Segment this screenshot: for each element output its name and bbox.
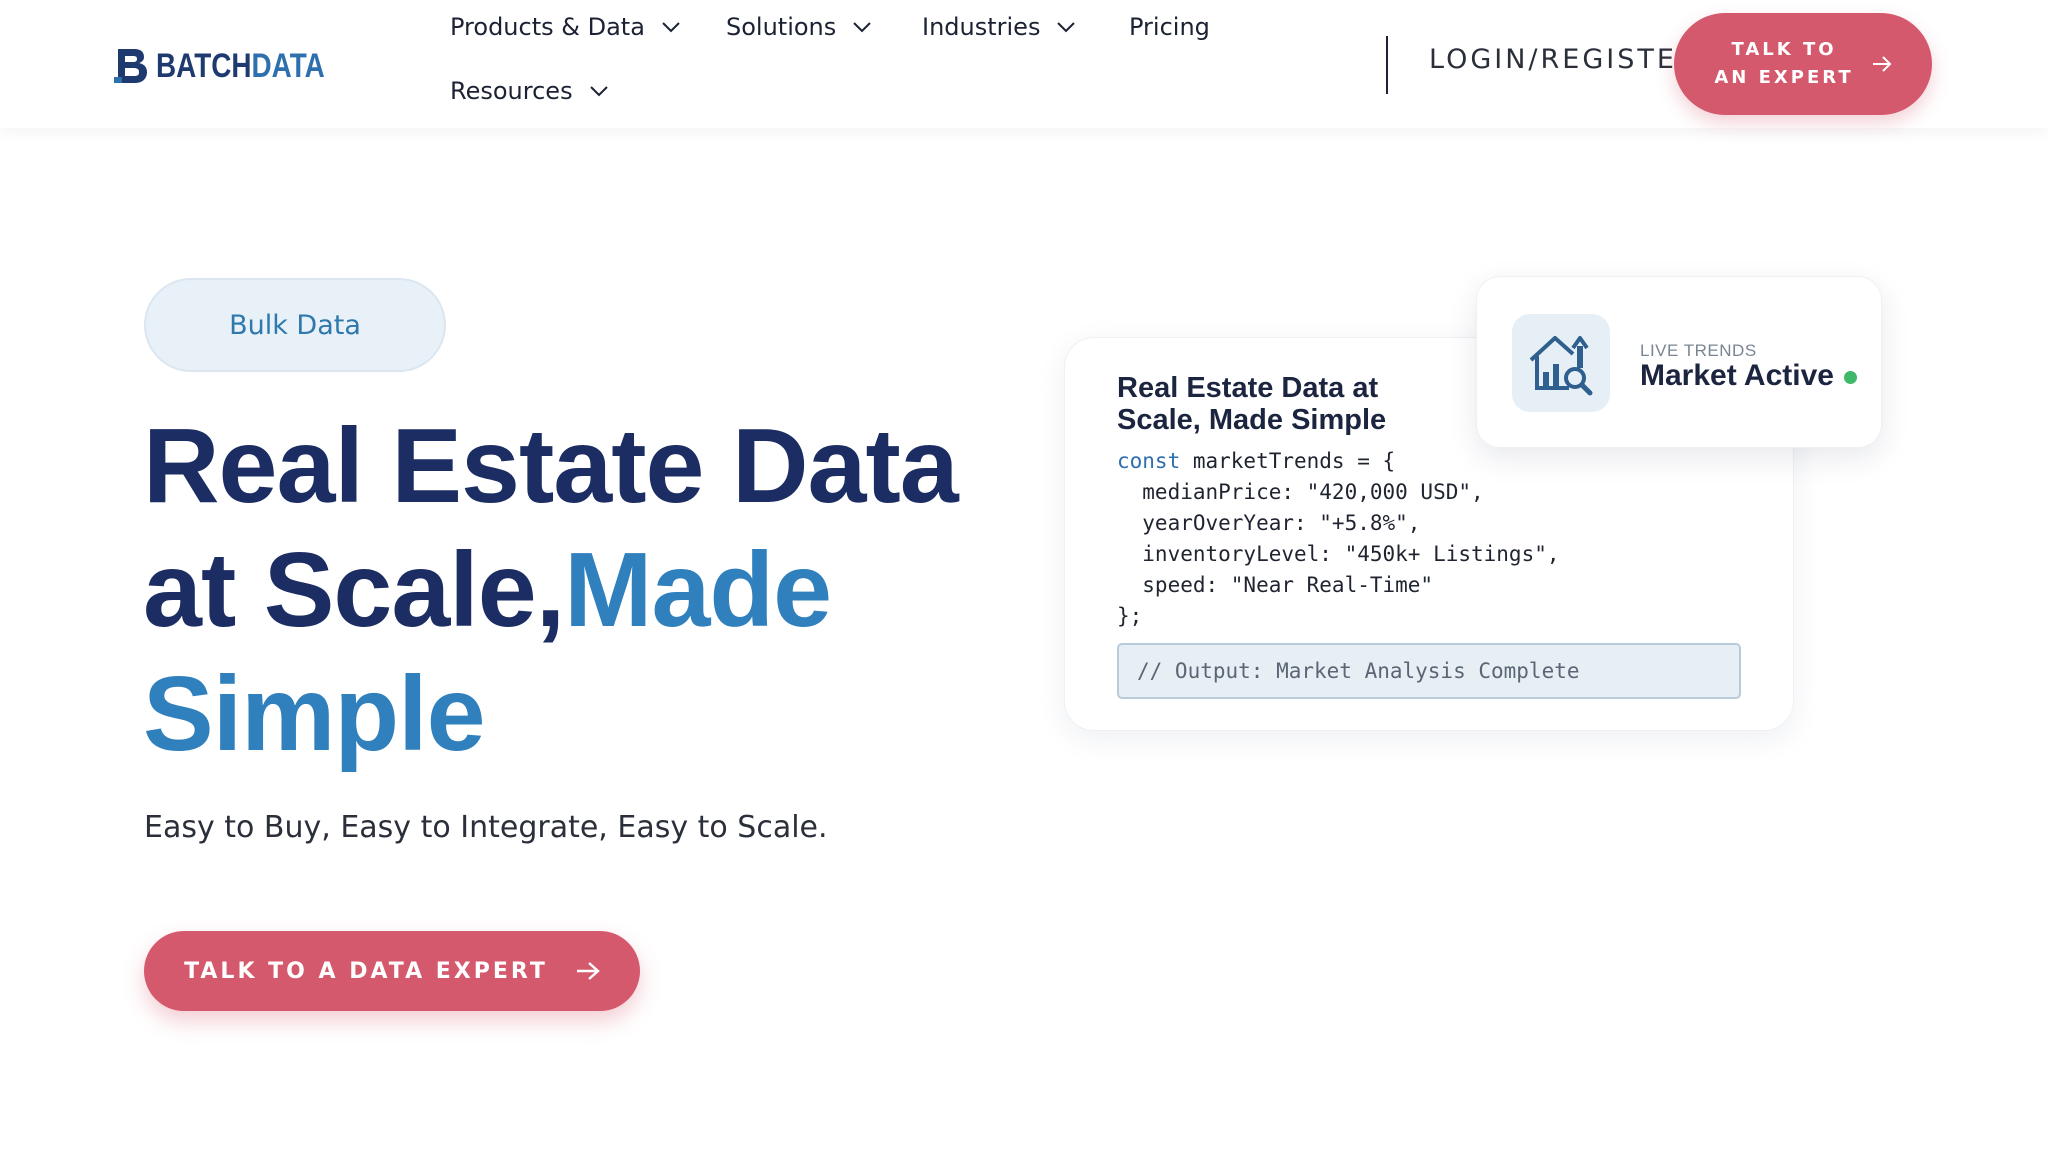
headline-accent-made: Made xyxy=(564,531,832,649)
nav-label: Pricing xyxy=(1129,13,1210,41)
headline-accent-simple: Simple xyxy=(143,655,486,773)
market-status-text: Market Active xyxy=(1640,359,1834,392)
site-header: BATCHDATA Products & Data Solutions Indu… xyxy=(0,0,2048,128)
cta-label: TALK TO A DATA EXPERT xyxy=(184,958,548,984)
chevron-down-icon xyxy=(589,86,608,97)
logo-wordmark: BATCHDATA xyxy=(156,46,325,85)
code-card-title: Real Estate Data at Scale, Made Simple xyxy=(1117,372,1387,436)
login-register-link[interactable]: LOGIN/REGISTER xyxy=(1429,44,1677,80)
chevron-down-icon xyxy=(1057,22,1076,33)
code-line-1: marketTrends = { xyxy=(1180,449,1396,473)
chevron-down-icon xyxy=(662,22,680,33)
status-dot-icon xyxy=(1843,370,1857,384)
hero-subheadline: Easy to Buy, Easy to Integrate, Easy to … xyxy=(144,810,828,845)
nav-label: Products & Data xyxy=(450,13,645,41)
code-keyword: const xyxy=(1117,449,1181,473)
talk-to-expert-label: TALK TO AN EXPERT xyxy=(1714,39,1854,88)
live-trends-label: LIVE TRENDS xyxy=(1640,341,1757,360)
chevron-down-icon xyxy=(853,22,871,33)
nav-label: Resources xyxy=(450,77,573,105)
code-line-3: yearOverYear: "+5.8%", xyxy=(1117,511,1421,535)
batchdata-logo[interactable]: BATCHDATA xyxy=(114,46,362,86)
hero-headline: Real Estate Data at Scale,Made Simple xyxy=(143,404,1003,776)
code-line-4: inventoryLevel: "450k+ Listings", xyxy=(1117,542,1560,566)
bulk-data-badge: Bulk Data xyxy=(144,278,446,372)
nav-item-resources[interactable]: Resources xyxy=(450,77,609,105)
arrow-right-icon xyxy=(1873,56,1892,72)
code-line-2: medianPrice: "420,000 USD", xyxy=(1117,480,1484,504)
code-snippet: const marketTrends = { medianPrice: "420… xyxy=(1117,446,1560,632)
nav-label: Industries xyxy=(922,13,1041,41)
nav-item-pricing[interactable]: Pricing xyxy=(1129,13,1210,41)
nav-divider xyxy=(1386,36,1388,94)
nav-item-products-data[interactable]: Products & Data xyxy=(450,13,681,41)
talk-to-expert-button[interactable]: TALK TO AN EXPERT xyxy=(1674,13,1932,115)
arrow-right-icon xyxy=(576,962,600,980)
headline-line-1: Real Estate Data xyxy=(143,407,959,525)
headline-line-2: at Scale, xyxy=(143,531,565,649)
house-chart-search-icon xyxy=(1512,314,1610,412)
code-line-6: }; xyxy=(1117,604,1143,628)
nav-item-solutions[interactable]: Solutions xyxy=(726,13,872,41)
market-status: Market Active xyxy=(1640,359,1857,393)
live-trends-card: LIVE TRENDS Market Active xyxy=(1476,276,1882,448)
code-line-5: speed: "Near Real-Time" xyxy=(1117,573,1434,597)
talk-to-data-expert-button[interactable]: TALK TO A DATA EXPERT xyxy=(144,931,640,1011)
nav-item-industries[interactable]: Industries xyxy=(922,13,1076,41)
code-output-bar: // Output: Market Analysis Complete xyxy=(1117,643,1741,699)
logo-mark-icon xyxy=(114,49,147,83)
nav-label: Solutions xyxy=(726,13,837,41)
